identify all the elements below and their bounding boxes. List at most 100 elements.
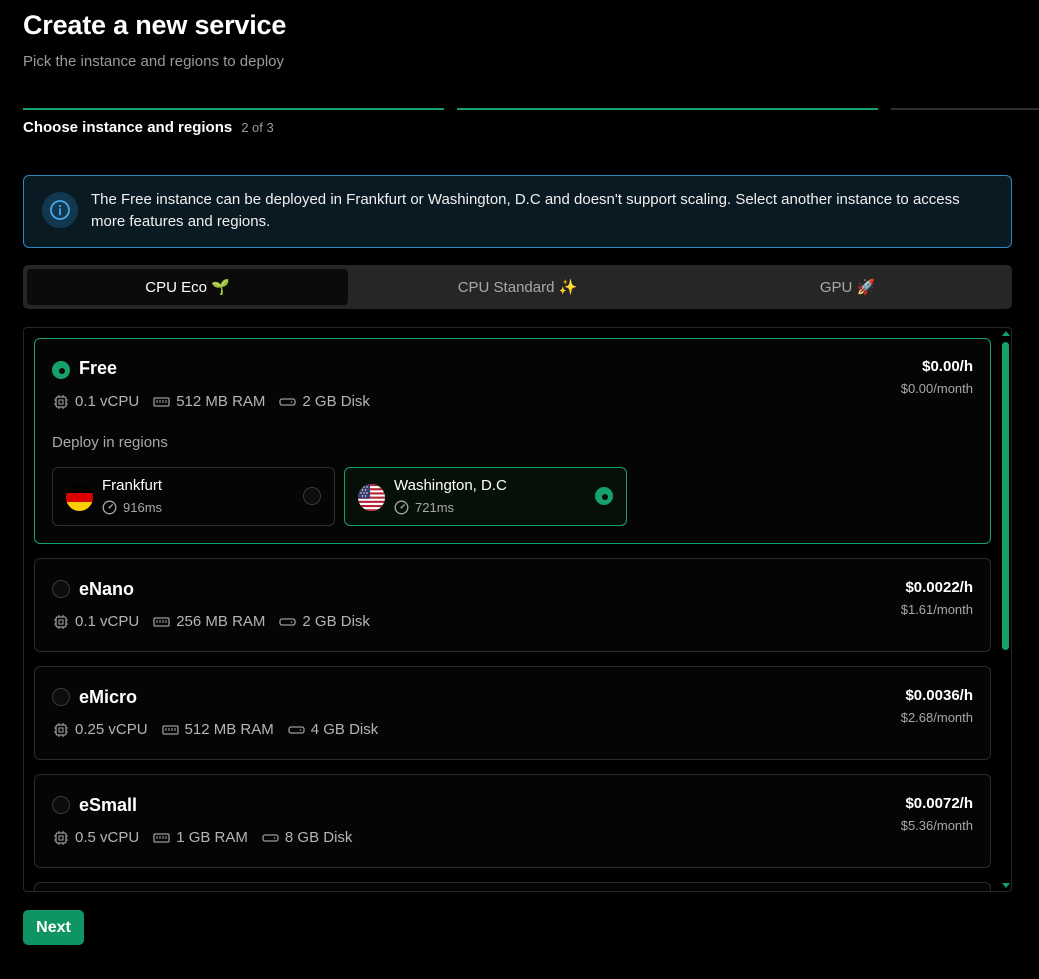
instance-type-tabs: CPU Eco 🌱 CPU Standard ✨ GPU 🚀 xyxy=(23,265,1012,309)
cpu-icon xyxy=(54,722,68,737)
instance-name: eMicro xyxy=(79,687,138,707)
cpu-icon xyxy=(54,830,68,845)
instance-card-partial[interactable] xyxy=(34,882,991,891)
disk-icon xyxy=(279,397,297,406)
price-per-hour: $0.00/h xyxy=(922,358,973,375)
ram-value: 256 MB RAM xyxy=(176,613,266,630)
instance-specs: 0.1 vCPU 512 MB RAM 2 GB Disk xyxy=(53,393,384,410)
instance-card-enano[interactable]: eNano 0.1 vCPU 256 MB RAM 2 GB Disk $0.0… xyxy=(34,558,991,652)
ram-spec: 512 MB RAM xyxy=(161,721,274,738)
tab-gpu[interactable]: GPU 🚀 xyxy=(687,269,1008,305)
next-button[interactable]: Next xyxy=(23,910,84,945)
memory-icon xyxy=(153,832,170,843)
info-icon xyxy=(42,192,78,228)
latency-value: 721ms xyxy=(415,500,455,515)
step-2-progress xyxy=(457,108,878,110)
step-1-progress xyxy=(23,108,444,110)
ram-spec: 512 MB RAM xyxy=(153,393,265,410)
create-service-page: Create a new service Pick the instance a… xyxy=(0,0,1039,979)
ram-spec: 1 GB RAM xyxy=(153,829,248,846)
instance-specs: 0.5 vCPU 1 GB RAM 8 GB Disk xyxy=(53,829,366,846)
price-per-hour: $0.0022/h xyxy=(905,579,973,596)
region-radio-frankfurt[interactable] xyxy=(303,487,321,505)
instance-name: eNano xyxy=(79,579,135,599)
scrollbar-thumb[interactable] xyxy=(1002,342,1009,650)
ram-value: 512 MB RAM xyxy=(184,721,274,738)
vcpu-spec: 0.5 vCPU xyxy=(53,829,139,846)
info-banner: The Free instance can be deployed in Fra… xyxy=(23,175,1012,248)
region-frankfurt[interactable]: Frankfurt 916ms xyxy=(52,467,335,526)
instance-card-emicro[interactable]: eMicro 0.25 vCPU 512 MB RAM 4 GB Disk $0… xyxy=(34,666,991,760)
germany-flag-icon xyxy=(66,484,93,511)
price-per-month: $2.68/month xyxy=(900,710,973,725)
disk-spec: 2 GB Disk xyxy=(279,393,370,410)
memory-icon xyxy=(161,724,179,735)
disk-value: 2 GB Disk xyxy=(302,613,370,630)
price-per-month: $1.61/month xyxy=(900,602,973,617)
instance-radio-free[interactable] xyxy=(52,361,70,379)
vcpu-value: 0.1 vCPU xyxy=(75,393,140,410)
price-per-month: $5.36/month xyxy=(900,818,973,833)
disk-value: 8 GB Disk xyxy=(284,829,353,846)
disk-value: 2 GB Disk xyxy=(302,393,370,410)
disk-spec: 2 GB Disk xyxy=(279,613,370,630)
page-subtitle: Pick the instance and regions to deploy xyxy=(23,53,284,70)
region-name: Washington, D.C xyxy=(394,477,507,494)
instance-radio-enano[interactable] xyxy=(52,580,70,598)
region-name: Frankfurt xyxy=(102,477,163,494)
instance-radio-esmall[interactable] xyxy=(52,796,70,814)
disk-value: 4 GB Disk xyxy=(310,721,379,738)
cpu-icon xyxy=(54,614,68,629)
step-indicator: Choose instance and regions 2 of 3 xyxy=(23,119,274,136)
region-radio-washington-dc[interactable] xyxy=(595,487,613,505)
instance-price: $0.0072/h $5.36/month xyxy=(901,795,973,833)
vcpu-value: 0.5 vCPU xyxy=(75,829,140,846)
disk-icon xyxy=(288,725,305,734)
instance-price: $0.0022/h $1.61/month xyxy=(901,579,973,617)
disk-icon xyxy=(262,833,279,842)
disk-icon xyxy=(279,617,297,626)
instance-specs: 0.25 vCPU 512 MB RAM 4 GB Disk xyxy=(53,721,392,738)
step-count: 2 of 3 xyxy=(241,120,274,135)
price-per-hour: $0.0072/h xyxy=(905,795,973,812)
info-text: The Free instance can be deployed in Fra… xyxy=(91,191,960,230)
price-per-month: $0.00/month xyxy=(900,381,973,396)
vcpu-value: 0.1 vCPU xyxy=(75,613,140,630)
speedometer-icon xyxy=(394,500,409,515)
scroll-up-arrow[interactable] xyxy=(1002,331,1010,336)
memory-icon xyxy=(153,616,170,627)
tab-cpu-standard[interactable]: CPU Standard ✨ xyxy=(357,269,678,305)
instance-card-esmall[interactable]: eSmall 0.5 vCPU 1 GB RAM 8 GB Disk $0.00… xyxy=(34,774,991,868)
instance-name: Free xyxy=(79,358,118,378)
region-latency: 916ms xyxy=(102,500,162,515)
disk-spec: 8 GB Disk xyxy=(262,829,353,846)
ram-value: 1 GB RAM xyxy=(176,829,248,846)
usa-flag-icon xyxy=(358,484,385,511)
instance-list: Free 0.1 vCPU 512 MB RAM 2 GB Disk $0.00… xyxy=(23,327,1012,892)
tab-cpu-eco[interactable]: CPU Eco 🌱 xyxy=(27,269,348,305)
ram-value: 512 MB RAM xyxy=(176,393,266,410)
instance-card-free[interactable]: Free 0.1 vCPU 512 MB RAM 2 GB Disk $0.00… xyxy=(34,338,991,544)
instance-radio-emicro[interactable] xyxy=(52,688,70,706)
region-latency: 721ms xyxy=(394,500,454,515)
vcpu-spec: 0.25 vCPU xyxy=(53,721,148,738)
memory-icon xyxy=(153,396,170,407)
instance-specs: 0.1 vCPU 256 MB RAM 2 GB Disk xyxy=(53,613,384,630)
vcpu-spec: 0.1 vCPU xyxy=(53,613,139,630)
vcpu-value: 0.25 vCPU xyxy=(75,721,148,738)
instance-price: $0.0036/h $2.68/month xyxy=(901,687,973,725)
instance-name: eSmall xyxy=(79,795,138,815)
cpu-icon xyxy=(54,394,68,409)
ram-spec: 256 MB RAM xyxy=(153,613,265,630)
page-title: Create a new service xyxy=(23,10,287,40)
instance-price: $0.00/h $0.00/month xyxy=(901,358,973,396)
speedometer-icon xyxy=(102,500,117,515)
region-washington-dc[interactable]: Washington, D.C 721ms xyxy=(344,467,627,526)
regions-label: Deploy in regions xyxy=(52,434,168,451)
list-scrollbar[interactable] xyxy=(1000,328,1011,891)
scroll-down-arrow[interactable] xyxy=(1002,883,1010,888)
step-label: Choose instance and regions xyxy=(23,119,233,136)
step-3-progress xyxy=(891,108,1039,110)
price-per-hour: $0.0036/h xyxy=(905,687,973,704)
vcpu-spec: 0.1 vCPU xyxy=(53,393,139,410)
